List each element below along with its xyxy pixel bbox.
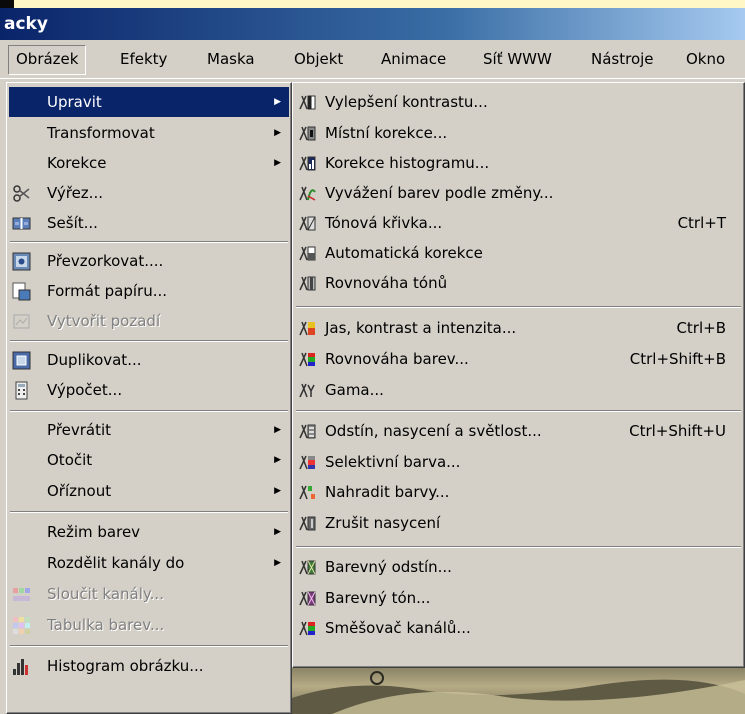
menu-item-zrusit-nasyceni[interactable]: Zrušit nasycení xyxy=(295,508,742,538)
menu-item-duplikovat[interactable]: Duplikovat... xyxy=(9,345,289,375)
color-balance-icon xyxy=(299,352,315,367)
obrazek-menu: Upravit ▶ Transformovat ▶ Korekce ▶ Výřez..… xyxy=(6,82,292,714)
brightness-contrast-icon xyxy=(299,321,315,336)
submenu-arrow-icon: ▶ xyxy=(274,527,281,537)
menu-item-prevzorkovat[interactable]: Převzorkovat.... xyxy=(9,246,289,276)
menu-obrazek[interactable]: Obrázek xyxy=(8,45,87,75)
menu-item-format-papiru[interactable]: Formát papíru... xyxy=(9,276,289,306)
menu-item-vytvorit-pozadi[interactable]: Vytvořit pozadí xyxy=(9,306,289,336)
tone-balance-icon xyxy=(299,276,316,291)
menu-item-korekce-histogramu[interactable]: Korekce histogramu... xyxy=(295,148,742,178)
stitch-icon xyxy=(12,217,31,230)
menu-separator xyxy=(10,340,288,342)
local-correction-icon xyxy=(299,126,316,141)
menu-item-rovnovaha-tonu[interactable]: Rovnováha tónů xyxy=(295,268,742,298)
menu-item-upravit[interactable]: Upravit ▶ xyxy=(9,87,289,117)
menu-separator xyxy=(10,241,288,243)
resample-icon xyxy=(12,252,31,271)
menu-maska[interactable]: Maska xyxy=(200,45,262,73)
color-tone-icon xyxy=(299,591,316,606)
menu-item-vyvazeni-barev-podle-zmeny[interactable]: Vyvážení barev podle změny... xyxy=(295,178,742,208)
menu-separator xyxy=(296,546,741,548)
hue-saturation-icon xyxy=(299,424,316,439)
menu-sit-www[interactable]: Síť WWW xyxy=(476,45,559,73)
menu-separator xyxy=(10,410,288,412)
menu-item-histogram-obrazku[interactable]: Histogram obrázku... xyxy=(9,651,289,681)
menu-item-smesovac-kanalu[interactable]: Směšovač kanálů... xyxy=(295,613,742,643)
menu-item-sloucit-kanaly[interactable]: Sloučit kanály... xyxy=(9,579,289,609)
menu-item-gama[interactable]: Gama... xyxy=(295,375,742,405)
submenu-arrow-icon: ▶ xyxy=(274,158,281,168)
color-table-icon xyxy=(13,617,30,634)
submenu-arrow-icon: ▶ xyxy=(274,128,281,138)
auto-correction-icon xyxy=(299,246,316,261)
photo-detail-icon xyxy=(292,671,745,714)
enhance-contrast-icon xyxy=(299,95,316,110)
gamma-icon xyxy=(299,383,315,398)
merge-channels-icon xyxy=(13,588,30,601)
duplicate-icon xyxy=(12,351,31,370)
channel-mixer-icon xyxy=(299,621,315,636)
menu-item-odstin-nasyceni-svetlost[interactable]: Odstín, nasycení a světlost... Ctrl+Shift… xyxy=(295,416,742,446)
submenu-arrow-icon: ▶ xyxy=(274,455,281,465)
menu-separator xyxy=(296,410,741,412)
submenu-arrow-icon: ▶ xyxy=(274,97,281,107)
menu-item-korekce[interactable]: Korekce ▶ xyxy=(9,148,289,178)
menu-item-automaticka-korekce[interactable]: Automatická korekce xyxy=(295,238,742,268)
menu-item-jas-kontrast-intenzita[interactable]: Jas, kontrast a intenzita... Ctrl+B xyxy=(295,313,742,343)
menu-item-transformovat[interactable]: Transformovat ▶ xyxy=(9,118,289,148)
menu-item-barevny-ton[interactable]: Barevný tón... xyxy=(295,583,742,613)
menu-item-vylepseni-kontrastu[interactable]: Vylepšení kontrastu... xyxy=(295,87,742,117)
menu-item-prevratit[interactable]: Převrátit ▶ xyxy=(9,415,289,445)
menu-separator xyxy=(10,645,288,647)
color-balance-variation-icon xyxy=(299,186,316,201)
top-yellow-bar xyxy=(14,0,745,8)
menu-item-vyrez[interactable]: Výřez... xyxy=(9,178,289,208)
menu-separator xyxy=(296,306,741,308)
replace-colors-icon xyxy=(299,485,315,500)
submenu-arrow-icon: ▶ xyxy=(274,558,281,568)
window-title: acky xyxy=(0,8,745,40)
menu-objekt[interactable]: Objekt xyxy=(287,45,350,73)
menu-okno[interactable]: Okno xyxy=(679,45,732,73)
scissors-icon xyxy=(13,185,30,202)
menu-item-selektivni-barva[interactable]: Selektivní barva... xyxy=(295,447,742,477)
paper-format-icon xyxy=(12,282,31,301)
color-hue-icon xyxy=(299,560,316,575)
submenu-arrow-icon: ▶ xyxy=(274,486,281,496)
menu-item-sesit[interactable]: Sešít... xyxy=(9,208,289,238)
menu-nastroje[interactable]: Nástroje xyxy=(584,45,661,73)
menu-animace[interactable]: Animace xyxy=(374,45,453,73)
menu-item-rovnovaha-barev[interactable]: Rovnováha barev... Ctrl+Shift+B xyxy=(295,344,742,374)
top-strip xyxy=(0,0,745,8)
menu-item-rozdelit-kanaly[interactable]: Rozdělit kanály do ▶ xyxy=(9,548,289,578)
menu-efekty[interactable]: Efekty xyxy=(113,45,174,73)
menu-item-tabulka-barev[interactable]: Tabulka barev... xyxy=(9,610,289,640)
submenu-arrow-icon: ▶ xyxy=(274,425,281,435)
menu-bar: Obrázek Efekty Maska Objekt Animace Síť … xyxy=(0,40,745,79)
desaturate-icon xyxy=(299,516,316,531)
create-background-icon xyxy=(13,314,30,329)
menu-item-otocit[interactable]: Otočit ▶ xyxy=(9,445,289,475)
calculator-icon xyxy=(15,381,28,400)
tone-curve-icon xyxy=(299,216,316,231)
menu-item-nahradit-barvy[interactable]: Nahradit barvy... xyxy=(295,477,742,507)
histogram-correction-icon xyxy=(299,156,316,171)
menu-item-barevny-odstin[interactable]: Barevný odstín... xyxy=(295,552,742,582)
histogram-icon xyxy=(13,659,28,675)
canvas-image-preview xyxy=(292,668,745,714)
menu-item-rezim-barev[interactable]: Režim barev ▶ xyxy=(9,517,289,547)
selective-color-icon xyxy=(299,455,315,470)
menu-separator xyxy=(10,511,288,513)
menu-item-mistni-korekce[interactable]: Místní korekce... xyxy=(295,118,742,148)
menu-item-vypocet[interactable]: Výpočet... xyxy=(9,375,289,405)
upravit-submenu: Vylepšení kontrastu... Místní korekce...… xyxy=(292,82,745,668)
menu-item-tonova-krivka[interactable]: Tónová křivka... Ctrl+T xyxy=(295,208,742,238)
menu-item-oriznout[interactable]: Oříznout ▶ xyxy=(9,476,289,506)
